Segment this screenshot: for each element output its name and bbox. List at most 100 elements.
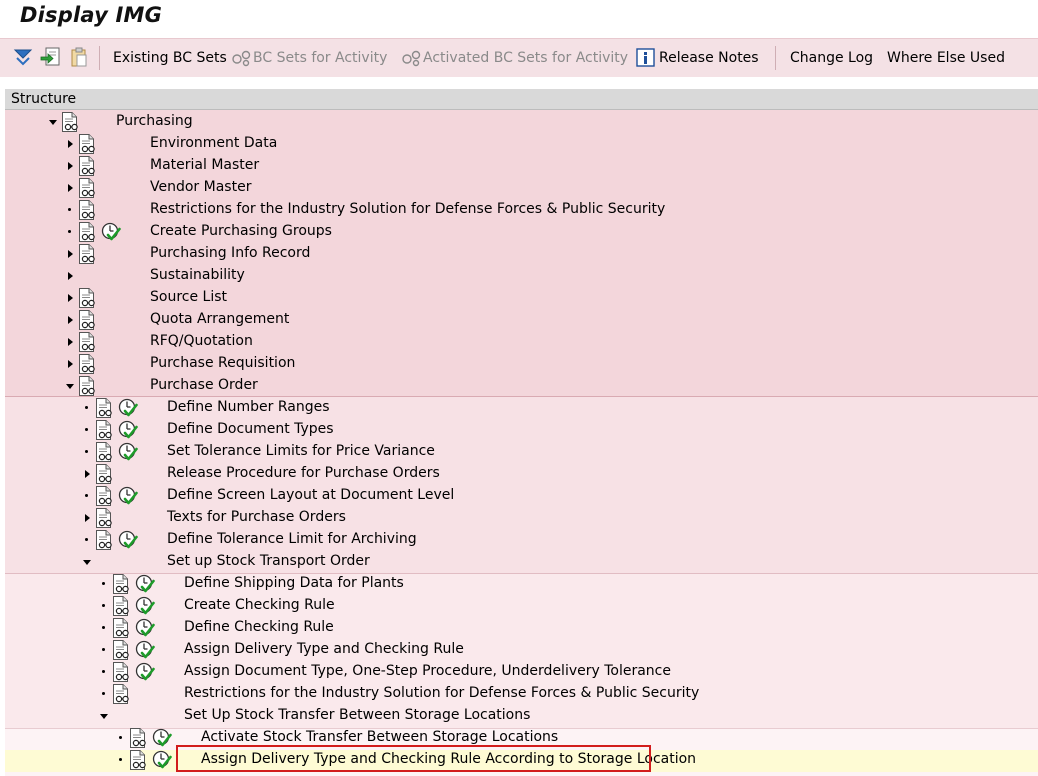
tree-node[interactable]: Define Document Types — [81, 419, 1038, 441]
expand-node-icon[interactable] — [64, 287, 76, 309]
tree-node-label[interactable]: Define Document Types — [167, 421, 334, 437]
tree-node-label[interactable]: Activate Stock Transfer Between Storage … — [201, 729, 558, 745]
tree-node-label[interactable]: Environment Data — [150, 135, 277, 151]
tree-node[interactable]: Restrictions for the Industry Solution f… — [64, 199, 1038, 221]
expand-node-icon[interactable] — [64, 177, 76, 199]
documentation-icon[interactable] — [78, 178, 97, 198]
tree-node-label[interactable]: Set Up Stock Transfer Between Storage Lo… — [184, 707, 530, 723]
execute-activity-icon[interactable] — [135, 596, 155, 616]
tree-node-label[interactable]: Create Purchasing Groups — [150, 223, 332, 239]
position-cursor-icon[interactable] — [40, 46, 62, 68]
documentation-icon[interactable] — [95, 464, 114, 484]
tree-node-label[interactable]: Restrictions for the Industry Solution f… — [150, 201, 665, 217]
expand-node-icon[interactable] — [64, 309, 76, 331]
execute-activity-icon[interactable] — [118, 398, 138, 418]
tree-node-label[interactable]: Define Tolerance Limit for Archiving — [167, 531, 417, 547]
execute-activity-icon[interactable] — [118, 486, 138, 506]
clipboard-icon[interactable] — [68, 46, 90, 68]
tree-node[interactable]: Restrictions for the Industry Solution f… — [98, 683, 1038, 705]
documentation-icon[interactable] — [95, 442, 114, 462]
documentation-icon[interactable] — [112, 596, 131, 616]
documentation-icon[interactable] — [78, 288, 97, 308]
tree-node[interactable]: Vendor Master — [64, 177, 1038, 199]
tree-node[interactable]: Define Number Ranges — [81, 397, 1038, 419]
tree-node-label[interactable]: Release Procedure for Purchase Orders — [167, 465, 440, 481]
tree-node-label[interactable]: Purchase Order — [150, 377, 258, 393]
tree-node[interactable]: Assign Document Type, One-Step Procedure… — [98, 661, 1038, 683]
tree-node-label[interactable]: Material Master — [150, 157, 259, 173]
existing-bc-sets-button[interactable]: Existing BC Sets — [113, 47, 227, 69]
tree-node-label[interactable]: RFQ/Quotation — [150, 333, 253, 349]
expand-subtree-icon[interactable] — [12, 46, 34, 68]
expand-node-icon[interactable] — [64, 265, 76, 287]
tree-node[interactable]: Define Tolerance Limit for Archiving — [81, 529, 1038, 551]
tree-node[interactable]: Set Tolerance Limits for Price Variance — [81, 441, 1038, 463]
tree-node[interactable]: Quota Arrangement — [64, 309, 1038, 331]
tree-node[interactable]: Define Checking Rule — [98, 617, 1038, 639]
collapse-node-icon[interactable] — [64, 375, 76, 397]
execute-activity-icon[interactable] — [152, 728, 172, 748]
documentation-icon[interactable] — [112, 684, 131, 704]
documentation-icon[interactable] — [95, 530, 114, 550]
documentation-icon[interactable] — [78, 222, 97, 242]
documentation-icon[interactable] — [78, 156, 97, 176]
tree-node[interactable]: RFQ/Quotation — [64, 331, 1038, 353]
documentation-icon[interactable] — [112, 618, 131, 638]
tree-node-label[interactable]: Set Tolerance Limits for Price Variance — [167, 443, 435, 459]
tree-node-label[interactable]: Purchasing Info Record — [150, 245, 310, 261]
change-log-button[interactable]: Change Log — [790, 47, 873, 69]
expand-node-icon[interactable] — [64, 353, 76, 375]
documentation-icon[interactable] — [112, 574, 131, 594]
documentation-icon[interactable] — [95, 486, 114, 506]
documentation-icon[interactable] — [78, 310, 97, 330]
tree-node[interactable]: Set Up Stock Transfer Between Storage Lo… — [98, 705, 1038, 727]
tree-node-label[interactable]: Assign Delivery Type and Checking Rule — [184, 641, 464, 657]
tree-node-label[interactable]: Define Shipping Data for Plants — [184, 575, 404, 591]
where-else-used-button[interactable]: Where Else Used — [887, 47, 1005, 69]
execute-activity-icon[interactable] — [152, 750, 172, 770]
tree-node-label[interactable]: Define Screen Layout at Document Level — [167, 487, 454, 503]
tree-node[interactable]: Purchasing Info Record — [64, 243, 1038, 265]
documentation-icon[interactable] — [112, 640, 131, 660]
documentation-icon[interactable] — [78, 200, 97, 220]
expand-node-icon[interactable] — [81, 507, 93, 529]
documentation-icon[interactable] — [95, 508, 114, 528]
documentation-icon[interactable] — [129, 750, 148, 770]
documentation-icon[interactable] — [95, 398, 114, 418]
tree-node[interactable]: Define Shipping Data for Plants — [98, 573, 1038, 595]
tree-node-label[interactable]: Define Checking Rule — [184, 619, 334, 635]
tree-node[interactable]: Purchasing — [47, 111, 1038, 133]
tree-node[interactable]: Define Screen Layout at Document Level — [81, 485, 1038, 507]
expand-node-icon[interactable] — [64, 243, 76, 265]
collapse-node-icon[interactable] — [81, 551, 93, 573]
expand-node-icon[interactable] — [81, 463, 93, 485]
documentation-icon[interactable] — [129, 728, 148, 748]
expand-node-icon[interactable] — [64, 133, 76, 155]
documentation-icon[interactable] — [61, 112, 80, 132]
execute-activity-icon[interactable] — [135, 618, 155, 638]
activated-bc-sets-button[interactable]: Activated BC Sets for Activity — [401, 47, 628, 69]
documentation-icon[interactable] — [78, 376, 97, 396]
tree-node-label[interactable]: Sustainability — [150, 267, 245, 283]
documentation-icon[interactable] — [78, 332, 97, 352]
execute-activity-icon[interactable] — [135, 662, 155, 682]
tree-node[interactable]: Sustainability — [64, 265, 1038, 287]
tree-node[interactable]: Purchase Requisition — [64, 353, 1038, 375]
tree-node-label[interactable]: Set up Stock Transport Order — [167, 553, 370, 569]
bc-sets-for-activity-button[interactable]: BC Sets for Activity — [231, 47, 387, 69]
tree-node-label[interactable]: Assign Document Type, One-Step Procedure… — [184, 663, 671, 679]
tree-node[interactable]: Assign Delivery Type and Checking Rule — [98, 639, 1038, 661]
documentation-icon[interactable] — [78, 134, 97, 154]
tree-node[interactable]: Source List — [64, 287, 1038, 309]
tree-node[interactable]: Texts for Purchase Orders — [81, 507, 1038, 529]
documentation-icon[interactable] — [112, 662, 131, 682]
expand-node-icon[interactable] — [64, 155, 76, 177]
tree-node-label[interactable]: Texts for Purchase Orders — [167, 509, 346, 525]
tree-node-label[interactable]: Define Number Ranges — [167, 399, 330, 415]
execute-activity-icon[interactable] — [135, 640, 155, 660]
execute-activity-icon[interactable] — [118, 420, 138, 440]
tree-node[interactable]: Environment Data — [64, 133, 1038, 155]
tree-node[interactable]: Create Purchasing Groups — [64, 221, 1038, 243]
execute-activity-icon[interactable] — [118, 442, 138, 462]
release-notes-button[interactable]: Release Notes — [636, 47, 759, 69]
